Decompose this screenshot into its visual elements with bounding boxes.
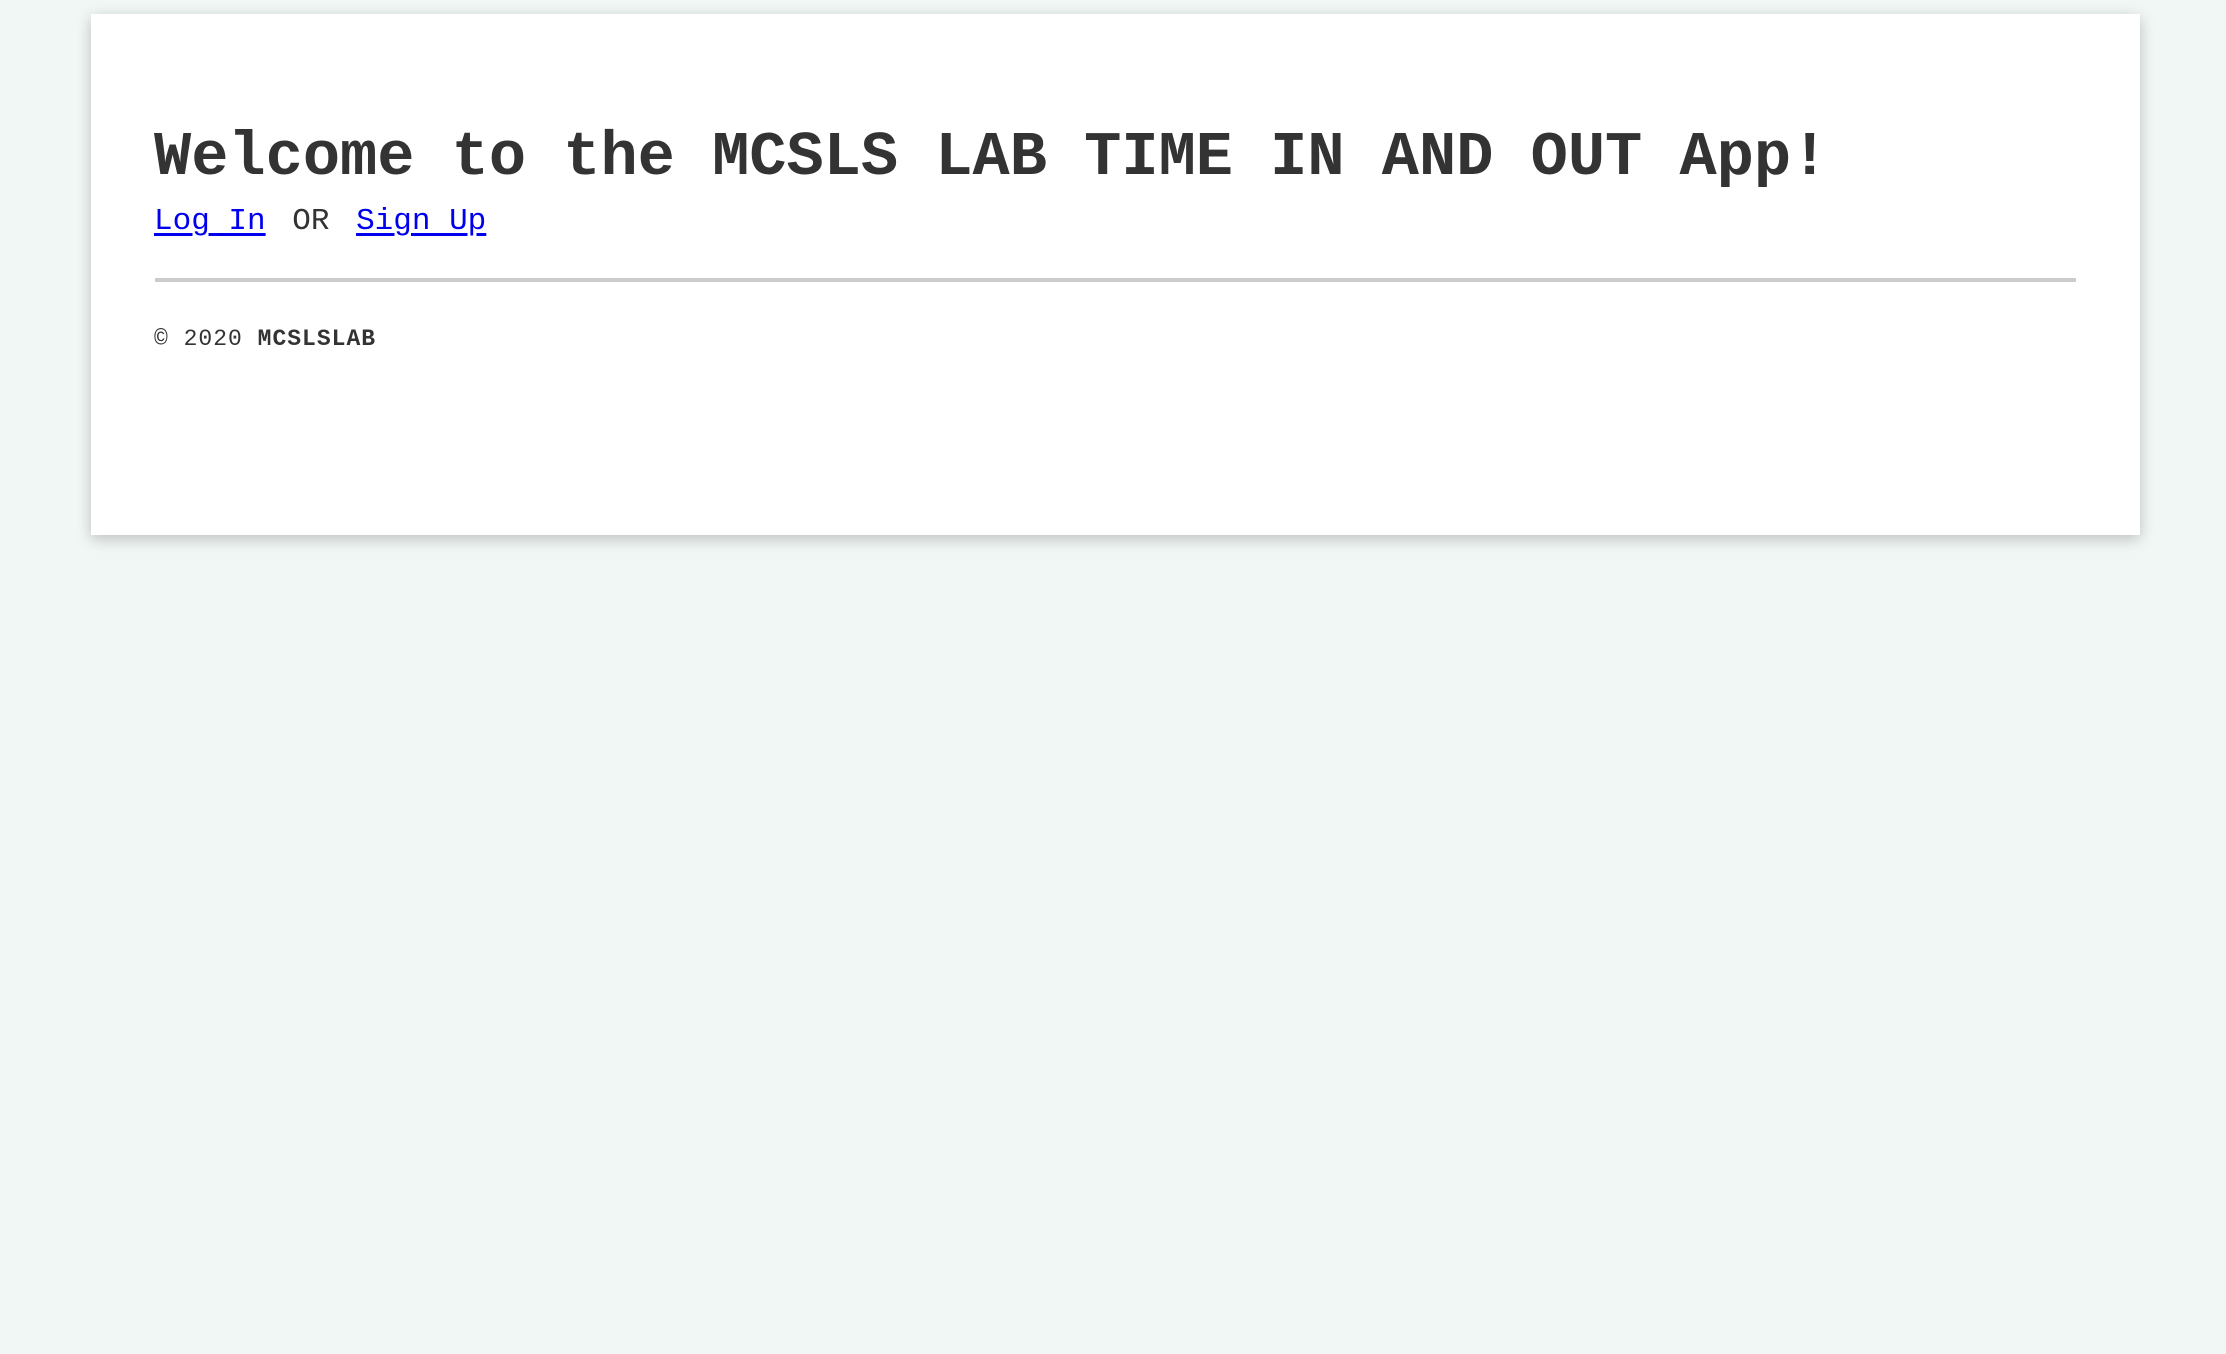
copyright-text: © 2020 — [154, 326, 243, 352]
main-card: Welcome to the MCSLS LAB TIME IN AND OUT… — [91, 14, 2140, 535]
divider — [155, 278, 2076, 282]
login-link[interactable]: Log In — [154, 204, 266, 239]
brand-name: MCSLSLAB — [257, 326, 377, 352]
footer: © 2020 MCSLSLAB — [154, 324, 2077, 354]
auth-links: Log In OR Sign Up — [154, 202, 2077, 242]
page-title: Welcome to the MCSLS LAB TIME IN AND OUT… — [154, 122, 1829, 193]
signup-link[interactable]: Sign Up — [356, 204, 486, 239]
or-separator: OR — [292, 204, 330, 239]
